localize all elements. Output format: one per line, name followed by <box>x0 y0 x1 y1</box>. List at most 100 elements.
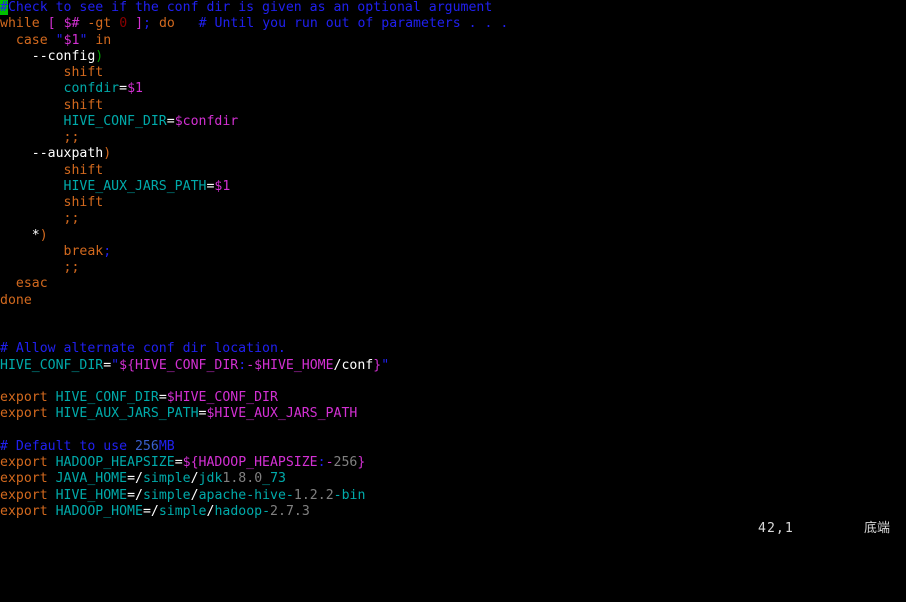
code-token: # Default to use <box>0 438 135 454</box>
code-line[interactable]: done <box>0 293 906 309</box>
code-line[interactable] <box>0 325 906 341</box>
code-token: hadoop <box>214 503 263 518</box>
code-line[interactable]: ;; <box>0 260 906 276</box>
code-token: $HIVE_HOME <box>254 357 334 373</box>
code-token: ) <box>95 48 104 64</box>
code-token: 7 <box>285 503 294 518</box>
buffer-location-label: 底端 <box>864 521 891 536</box>
code-line[interactable]: *) <box>0 228 906 244</box>
code-line[interactable]: # Allow alternate conf dir location. <box>0 341 906 357</box>
code-line[interactable]: while [ $# -gt 0 ]; do # Until you run o… <box>0 16 906 32</box>
code-token: - <box>246 487 255 503</box>
code-line[interactable]: esac <box>0 276 906 292</box>
code-line[interactable]: shift <box>0 98 906 114</box>
code-line[interactable]: export HIVE_CONF_DIR=$HIVE_CONF_DIR <box>0 390 906 406</box>
code-line[interactable]: shift <box>0 195 906 211</box>
code-token: shift <box>63 195 104 210</box>
code-token: " <box>55 32 64 48</box>
code-line[interactable]: HIVE_CONF_DIR="${HIVE_CONF_DIR:-$HIVE_HO… <box>0 358 906 374</box>
code-token: export <box>0 487 48 503</box>
code-line[interactable]: case "$1" in <box>0 33 906 49</box>
code-line[interactable]: --config) <box>0 49 906 65</box>
code-token: 2 <box>325 487 334 503</box>
code-token: = <box>127 487 136 503</box>
code-token: } <box>357 455 366 470</box>
code-token: HIVE_CONF_DIR <box>55 390 159 405</box>
code-token: while <box>0 16 40 32</box>
code-token: * <box>0 227 40 243</box>
code-token: ${ <box>182 455 199 470</box>
code-line[interactable]: shift <box>0 65 906 81</box>
code-token: HIVE_AUX_JARS_PATH <box>63 178 207 194</box>
code-token: export <box>0 503 48 518</box>
code-token: 1 <box>293 487 302 503</box>
code-line[interactable] <box>0 309 906 325</box>
code-line[interactable]: export HADOOP_HOME=/simple/hadoop-2.7.3 <box>0 504 906 518</box>
code-line[interactable]: confdir=$1 <box>0 81 906 97</box>
code-token: HIVE_CONF_DIR <box>0 357 104 373</box>
code-line[interactable] <box>0 423 906 439</box>
code-token: export <box>0 455 48 470</box>
code-token: $HIVE_CONF_DIR <box>166 390 278 405</box>
code-token: ${ <box>119 357 136 373</box>
vim-text-buffer[interactable]: #Check to see if the conf dir is given a… <box>0 0 906 518</box>
code-line[interactable]: --auxpath) <box>0 146 906 162</box>
code-token: do <box>158 16 175 32</box>
code-token: -gt <box>87 16 112 32</box>
code-line[interactable]: HIVE_CONF_DIR=$confdir <box>0 114 906 130</box>
code-line[interactable]: break; <box>0 244 906 260</box>
code-line[interactable]: export HADOOP_HEAPSIZE=${HADOOP_HEAPSIZE… <box>0 455 906 471</box>
code-token: = <box>142 503 151 518</box>
code-token: . <box>246 471 255 487</box>
code-token: HIVE_AUX_JARS_PATH <box>55 406 199 422</box>
code-token: : <box>238 357 247 373</box>
code-token: # <box>0 0 8 15</box>
code-line[interactable]: export HIVE_AUX_JARS_PATH=$HIVE_AUX_JARS… <box>0 406 906 422</box>
code-token: [ <box>47 16 56 32</box>
code-line[interactable] <box>0 374 906 390</box>
code-token: } <box>373 357 382 373</box>
code-token: 2 <box>309 487 318 503</box>
code-token: export <box>0 390 48 405</box>
code-token: simple <box>142 487 191 503</box>
code-token: = <box>119 81 128 97</box>
code-token: 0 <box>119 16 128 32</box>
code-token: break <box>63 243 104 259</box>
code-token: . <box>293 503 302 518</box>
code-line[interactable]: #Check to see if the conf dir is given a… <box>0 0 906 16</box>
code-token: bin <box>341 487 366 503</box>
code-token: . <box>317 487 326 503</box>
code-line[interactable]: # Default to use 256MB <box>0 439 906 455</box>
code-line[interactable]: export HIVE_HOME=/simple/apache-hive-1.2… <box>0 488 906 504</box>
code-token: JAVA_HOME <box>55 471 128 487</box>
code-token: $1 <box>63 32 80 48</box>
code-token: confdir <box>63 81 120 97</box>
code-line[interactable]: shift <box>0 163 906 179</box>
code-token: HADOOP_HOME <box>55 503 143 518</box>
code-token: simple <box>158 503 207 518</box>
code-line[interactable]: ;; <box>0 130 906 146</box>
code-token: 0 <box>254 471 263 487</box>
code-line[interactable]: HIVE_AUX_JARS_PATH=$1 <box>0 179 906 195</box>
code-token: $confdir <box>174 113 239 129</box>
code-line[interactable]: ;; <box>0 211 906 227</box>
code-line[interactable]: export JAVA_HOME=/simple/jdk1.8.0_73 <box>0 471 906 487</box>
code-token: 2 <box>270 503 278 518</box>
code-token: $HIVE_AUX_JARS_PATH <box>206 406 358 422</box>
code-token: = <box>166 113 175 129</box>
code-token: = <box>174 455 183 470</box>
code-token: HIVE_CONF_DIR <box>135 357 239 373</box>
code-token: / <box>150 503 159 518</box>
code-token: HIVE_HOME <box>55 487 128 503</box>
